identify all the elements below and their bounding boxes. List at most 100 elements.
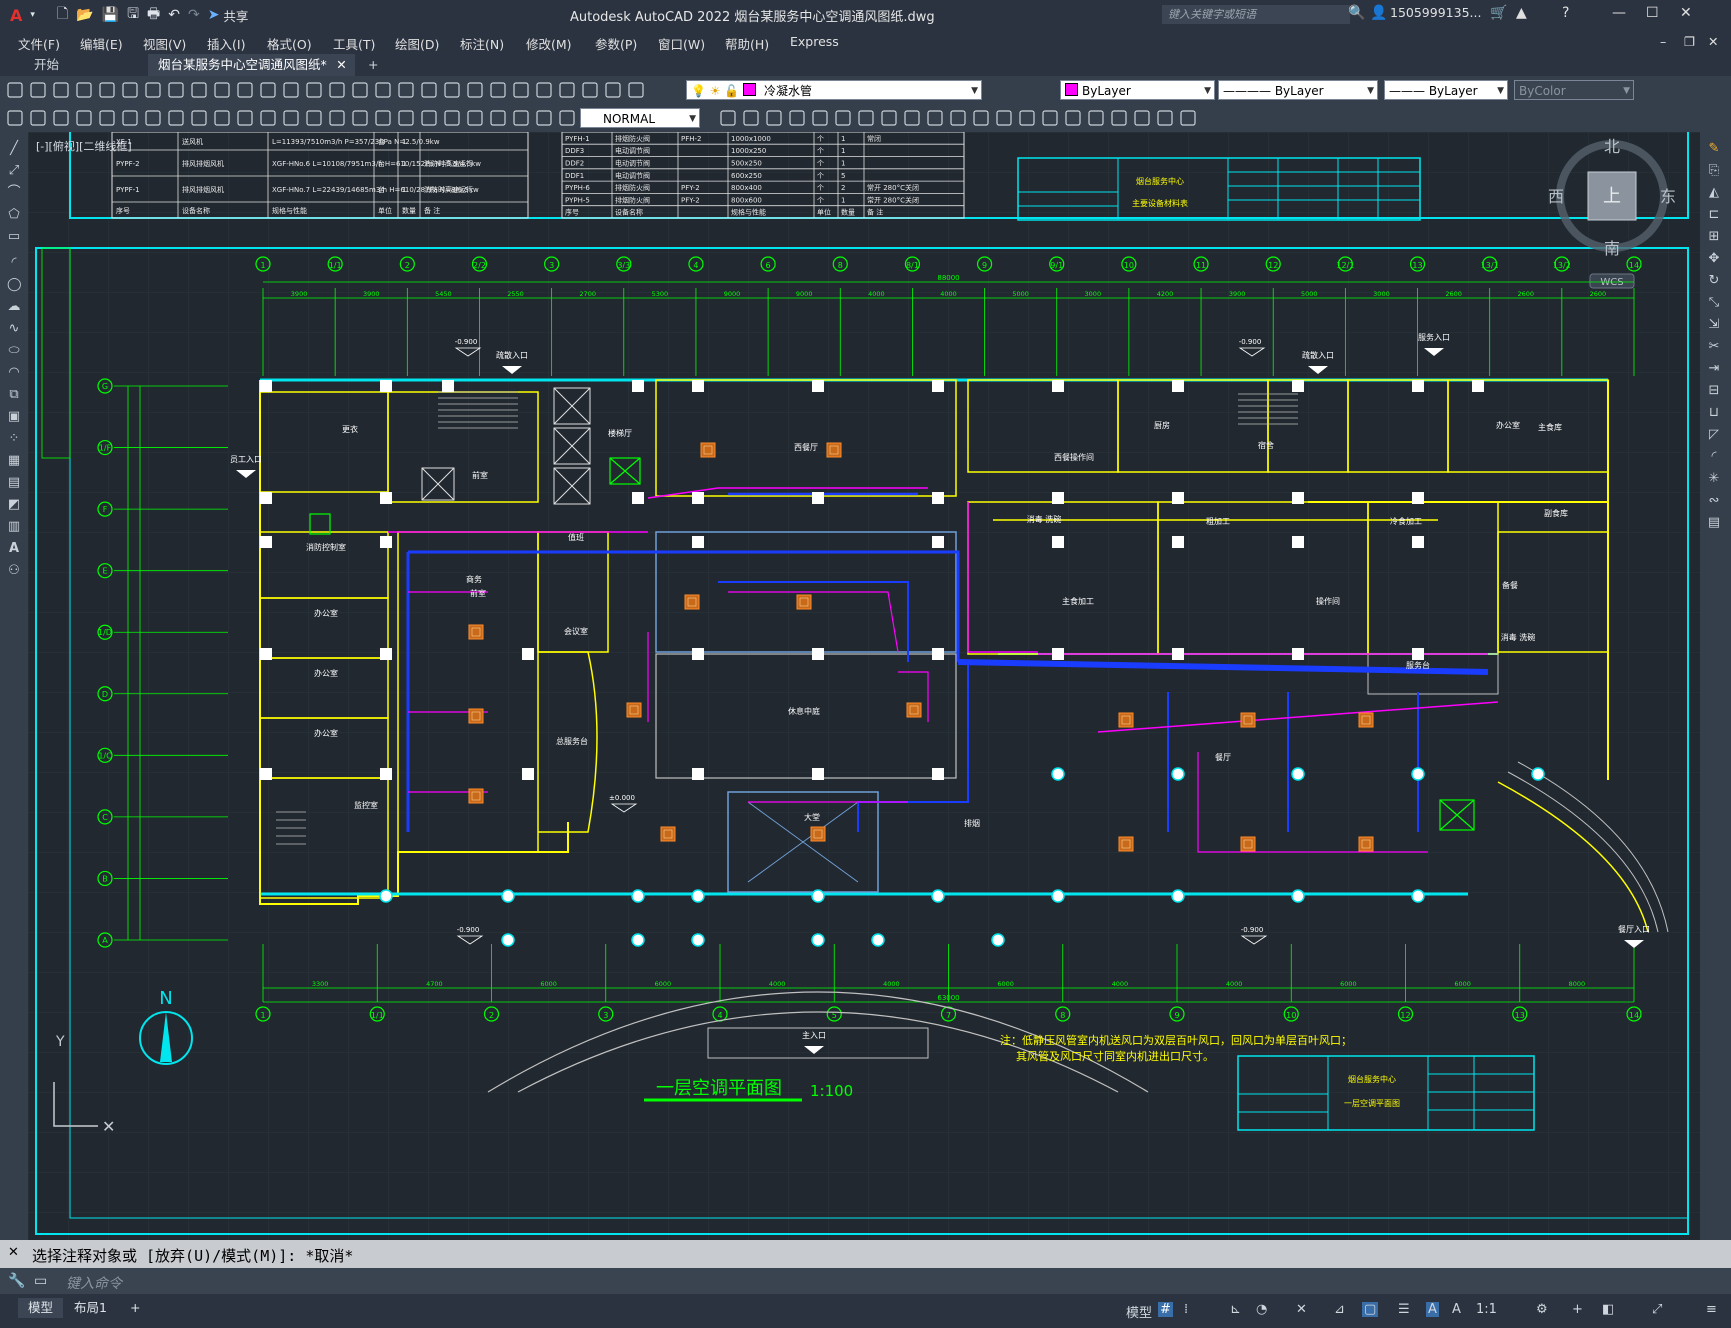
toolbar-tool-icon[interactable] (7, 110, 23, 126)
tab-layout1[interactable]: 布局1 (64, 1298, 117, 1318)
toolbar-tool-icon[interactable] (1019, 110, 1035, 126)
viewcube-south[interactable]: 南 (1604, 239, 1620, 258)
wcs-label[interactable]: WCS (1600, 277, 1623, 288)
ortho-toggle-icon[interactable]: ⊾ (1230, 1302, 1241, 1317)
share-button[interactable]: 共享 (223, 6, 248, 25)
properties-icon[interactable]: ▤ (1707, 516, 1721, 530)
customize-menu-icon[interactable]: ≡ (1706, 1302, 1717, 1317)
toolbar-tool-icon[interactable] (490, 110, 506, 126)
close-icon[interactable]: ✕ (1680, 5, 1692, 21)
rotate-tool-icon[interactable]: ↻ (1707, 274, 1721, 288)
doc-restore-icon[interactable]: ❐ (1684, 34, 1695, 49)
toolbar-tool-icon[interactable] (260, 110, 276, 126)
menu-view[interactable]: 视图(V) (143, 34, 186, 53)
join-tool-icon[interactable]: ⊔ (1707, 406, 1721, 420)
toolbar-tool-icon[interactable] (398, 110, 414, 126)
chevron-down-icon[interactable]: ▾ (26, 10, 39, 20)
make-block-icon[interactable]: ▣ (7, 410, 21, 424)
toolbar-tool-icon[interactable] (352, 110, 368, 126)
isodraft-icon[interactable]: ✕ (1296, 1302, 1307, 1317)
lineweight-dropdown[interactable]: ——— ByLayer ▼ (1384, 80, 1508, 100)
object-snap-tracking-icon[interactable]: ▢ (1362, 1302, 1379, 1317)
toolbar-tool-icon[interactable] (214, 82, 230, 98)
toolbar-tool-icon[interactable] (973, 110, 989, 126)
toolbar-tool-icon[interactable] (398, 82, 414, 98)
toolbar-tool-icon[interactable] (375, 110, 391, 126)
toolbar-tool-icon[interactable] (30, 110, 46, 126)
maximize-icon[interactable]: ☐ (1646, 5, 1659, 21)
drawing-svg[interactable]: 序号 设备名称 规格与性能 单位 数量备 注PYPF-1 排风排烟风机 XGF-HNo.7 … (28, 132, 1700, 1240)
annotation-scale-icon[interactable]: A (1452, 1302, 1461, 1317)
toolbar-tool-icon[interactable] (7, 82, 23, 98)
add-layout-icon[interactable]: + (120, 1298, 150, 1318)
menu-tools[interactable]: 工具(T) (333, 34, 375, 53)
chevron-down-icon[interactable]: ▼ (1367, 81, 1374, 101)
blend-curves-icon[interactable]: ∾ (1707, 494, 1721, 508)
ellipse-tool-icon[interactable]: ⬭ (7, 344, 21, 358)
chevron-down-icon[interactable]: ▼ (1204, 81, 1211, 101)
toolbar-tool-icon[interactable] (145, 82, 161, 98)
viewcube-top-label[interactable]: 上 (1603, 186, 1621, 207)
revcloud-tool-icon[interactable]: ☁ (7, 300, 21, 314)
close-command-icon[interactable]: ✕ (8, 1245, 19, 1260)
toolbar-tool-icon[interactable] (1111, 110, 1127, 126)
region-tool-icon[interactable]: ◩ (7, 498, 21, 512)
arc-tool-icon[interactable]: ◜ (7, 256, 21, 270)
toolbar-tool-icon[interactable] (122, 110, 138, 126)
chamfer-tool-icon[interactable]: ◸ (1707, 428, 1721, 442)
trim-tool-icon[interactable]: ✂ (1707, 340, 1721, 354)
layer-dropdown[interactable]: 💡 ☀ 🔓 冷凝水管 ▼ (686, 80, 982, 100)
fullscreen-icon[interactable]: ⤢ (1652, 1302, 1662, 1317)
toolbar-tool-icon[interactable] (53, 82, 69, 98)
toolbar-tool-icon[interactable] (536, 82, 552, 98)
menu-window[interactable]: 窗口(W) (658, 34, 705, 53)
point-tool-icon[interactable]: ⁘ (7, 432, 21, 446)
snap-toggle-icon[interactable]: ⁞ (1184, 1302, 1188, 1317)
toolbar-tool-icon[interactable] (812, 110, 828, 126)
menu-file[interactable]: 文件(F) (18, 34, 60, 53)
toolbar-tool-icon[interactable] (513, 82, 529, 98)
user-icon[interactable]: 👤 (1370, 5, 1387, 21)
toolbar-tool-icon[interactable] (168, 110, 184, 126)
command-input[interactable]: 🔧 ▭ 键入命令 (0, 1268, 1731, 1294)
gradient-tool-icon[interactable]: ▤ (7, 476, 21, 490)
polar-toggle-icon[interactable]: ◔ (1256, 1302, 1267, 1317)
new-tab-icon[interactable]: + (358, 54, 388, 76)
cart-icon[interactable]: 🛒 (1490, 5, 1507, 21)
ellipse-arc-icon[interactable]: ◠ (7, 366, 21, 380)
toolbar-tool-icon[interactable] (720, 110, 736, 126)
toolbar-icons-row1[interactable] (0, 76, 700, 104)
spline-tool-icon[interactable]: ∿ (7, 322, 21, 336)
toolbar-tool-icon[interactable] (1065, 110, 1081, 126)
grid-toggle-icon[interactable]: # (1158, 1302, 1173, 1317)
toolbar-tool-icon[interactable] (1180, 110, 1196, 126)
toolbar-tool-icon[interactable] (99, 82, 115, 98)
settings-gear-icon[interactable]: ⚙ (1536, 1302, 1548, 1317)
toolbar-tool-icon[interactable] (421, 110, 437, 126)
toolbar-tool-icon[interactable] (559, 110, 575, 126)
toolbar-tool-icon[interactable] (605, 82, 621, 98)
hatch-tool-icon[interactable]: ▦ (7, 454, 21, 468)
search-input[interactable]: 键入关键字或短语 (1162, 5, 1350, 24)
toolbar-tool-icon[interactable] (283, 82, 299, 98)
menu-express[interactable]: Express (790, 34, 839, 49)
command-icon[interactable]: ▭ (34, 1273, 47, 1289)
toolbar-tool-icon[interactable] (191, 110, 207, 126)
offset-tool-icon[interactable]: ⊏ (1707, 208, 1721, 222)
toolbar-tool-icon[interactable] (858, 110, 874, 126)
toolbar-tool-icon[interactable] (766, 110, 782, 126)
toolbar-tool-icon[interactable] (513, 110, 529, 126)
toolbar-tool-icon[interactable] (444, 82, 460, 98)
fillet-tool-icon[interactable]: ◜ (1707, 450, 1721, 464)
toolbar-tool-icon[interactable] (467, 110, 483, 126)
line-tool-icon[interactable]: ╱ (7, 142, 21, 156)
menu-help[interactable]: 帮助(H) (725, 34, 769, 53)
viewcube-west[interactable]: 西 (1548, 187, 1564, 206)
tab-start[interactable]: 开始 (24, 54, 69, 76)
autodesk-account-icon[interactable]: ▲ (1516, 5, 1527, 21)
autocad-logo-icon[interactable]: A (6, 6, 26, 25)
toolbar-tool-icon[interactable] (582, 82, 598, 98)
explode-tool-icon[interactable]: ✳ (1707, 472, 1721, 486)
toolbar-tool-icon[interactable] (904, 110, 920, 126)
color-dropdown[interactable]: ByLayer ▼ (1060, 80, 1215, 100)
